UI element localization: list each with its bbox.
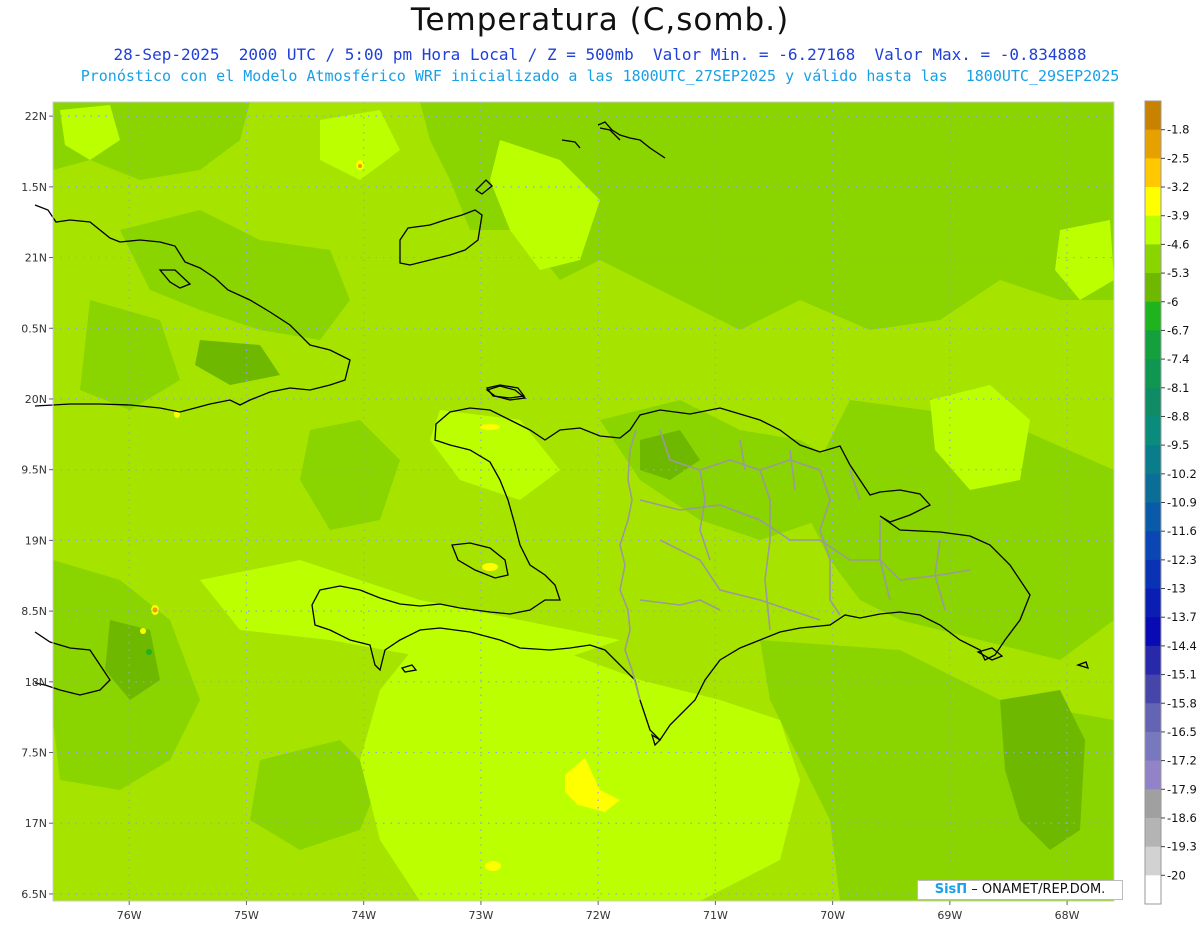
colorbar-swatch [1145, 416, 1161, 446]
longitude-tick-label: 71W [703, 909, 728, 922]
colorbar-swatch [1145, 703, 1161, 733]
colorbar-swatch [1145, 674, 1161, 704]
latitude-tick-label: 0.5N [21, 322, 47, 335]
latitude-tick-label: 18N [25, 676, 47, 689]
latitude-tick-label: 6.5N [21, 888, 47, 901]
colorbar-swatch [1145, 617, 1161, 647]
forecast-valid-time: 28-Sep-2025 2000 UTC / 5:00 pm Hora Loca… [113, 45, 1087, 64]
colorbar: -1.8 -2.5 -3.2 -3.9 -4.6 -5.3 -6 -6.7 -7.4 -8.1 -8… [1144, 100, 1197, 905]
colorbar-swatch [1145, 387, 1161, 417]
colorbar-label: -13 [1167, 582, 1186, 596]
shade-region [358, 164, 362, 168]
latitude-tick-label: 21N [25, 252, 47, 265]
longitude-tick-label: 68W [1055, 909, 1080, 922]
longitude-tick-label: 69W [937, 909, 962, 922]
latitude-tick-label: 20N [25, 393, 47, 406]
colorbar-label: -8.8 [1167, 409, 1189, 423]
colorbar-swatch [1145, 187, 1161, 217]
colorbar-swatch [1145, 502, 1161, 532]
colorbar-label: -15.1 [1167, 668, 1197, 682]
colorbar-swatch [1145, 273, 1161, 303]
longitude-tick-label: 74W [351, 909, 376, 922]
longitude-tick-label: 75W [234, 909, 259, 922]
colorbar-swatch [1145, 789, 1161, 819]
colorbar-label: -3.9 [1167, 209, 1189, 223]
colorbar-label: -20 [1167, 868, 1186, 882]
shade-region [152, 607, 158, 613]
latitude-tick-label: 7.5N [21, 747, 47, 760]
latitude-tick-label: 1.5N [21, 181, 47, 194]
longitude-tick-label: 70W [820, 909, 845, 922]
colorbar-label: -8.1 [1167, 381, 1189, 395]
colorbar-swatch [1145, 875, 1161, 905]
colorbar-label: -15.8 [1167, 696, 1197, 710]
colorbar-label: -13.7 [1167, 610, 1197, 624]
colorbar-label: -17.2 [1167, 754, 1197, 768]
shade-region [140, 628, 146, 634]
colorbar-label: -1.8 [1167, 123, 1189, 137]
colorbar-label: -2.5 [1167, 151, 1189, 165]
colorbar-label: -10.9 [1167, 496, 1197, 510]
colorbar-label: -11.6 [1167, 524, 1197, 538]
colorbar-swatch [1145, 330, 1161, 360]
latitude-tick-label: 19N [25, 534, 47, 547]
colorbar-swatch [1145, 760, 1161, 790]
shade-region [482, 563, 498, 571]
colorbar-swatch [1145, 129, 1161, 159]
map-figure: 22N 1.5N 21N 0.5N 20N 9.5N 19N 8.5N 18N 7.5N 17N 6.… [21, 100, 1197, 922]
colorbar-swatch [1145, 301, 1161, 331]
latitude-tick-label: 17N [25, 817, 47, 830]
colorbar-swatch [1145, 531, 1161, 561]
colorbar-swatch [1145, 645, 1161, 676]
longitude-tick-label: 76W [117, 909, 142, 922]
latitude-labels: 22N 1.5N 21N 0.5N 20N 9.5N 19N 8.5N 18N 7.5N 17N 6.… [21, 110, 53, 901]
colorbar-label: -7.4 [1167, 352, 1189, 366]
colorbar-label: -18.6 [1167, 811, 1197, 825]
colorbar-swatch [1145, 731, 1161, 762]
colorbar-swatch [1145, 445, 1161, 475]
colorbar-label: -4.6 [1167, 237, 1189, 251]
colorbar-label: -10.2 [1167, 467, 1197, 481]
colorbar-swatch [1145, 559, 1161, 590]
colorbar-label: -14.4 [1167, 639, 1197, 653]
shade-region [146, 649, 152, 655]
colorbar-label: -16.5 [1167, 725, 1197, 739]
shade-region [480, 424, 500, 430]
longitude-tick-label: 73W [468, 909, 493, 922]
colorbar-swatch [1145, 244, 1161, 274]
latitude-tick-label: 22N [25, 110, 47, 123]
credit-text: – ONAMET/REP.DOM. [967, 882, 1106, 897]
longitude-tick-label: 72W [586, 909, 611, 922]
credit-brand: SisΠ [934, 882, 968, 897]
colorbar-swatch [1145, 588, 1161, 618]
colorbar-swatch [1145, 473, 1161, 503]
colorbar-label: -3.2 [1167, 180, 1189, 194]
colorbar-swatch [1145, 101, 1161, 131]
colorbar-label: -19.3 [1167, 840, 1197, 854]
model-description: Pronóstico con el Modelo Atmosférico WRF… [80, 67, 1120, 85]
colorbar-swatch [1145, 846, 1161, 876]
colorbar-swatch [1145, 817, 1161, 848]
longitude-labels: 76W 75W 74W 73W 72W 71W 70W 69W 68W [117, 901, 1080, 922]
colorbar-swatch [1145, 158, 1161, 188]
colorbar-swatch [1145, 359, 1161, 389]
colorbar-swatch [1145, 215, 1161, 245]
shade-region [485, 861, 501, 871]
colorbar-label: -9.5 [1167, 438, 1189, 452]
credit-box: SisΠ – ONAMET/REP.DOM. [917, 880, 1123, 900]
colorbar-label: -12.3 [1167, 553, 1197, 567]
colorbar-label: -5.3 [1167, 266, 1189, 280]
colorbar-label: -6 [1167, 295, 1178, 309]
colorbar-label: -17.9 [1167, 782, 1197, 796]
map-title: Temperatura (C,somb.) [410, 2, 790, 38]
latitude-tick-label: 8.5N [21, 605, 47, 618]
colorbar-label: -6.7 [1167, 323, 1189, 337]
latitude-tick-label: 9.5N [21, 464, 47, 477]
